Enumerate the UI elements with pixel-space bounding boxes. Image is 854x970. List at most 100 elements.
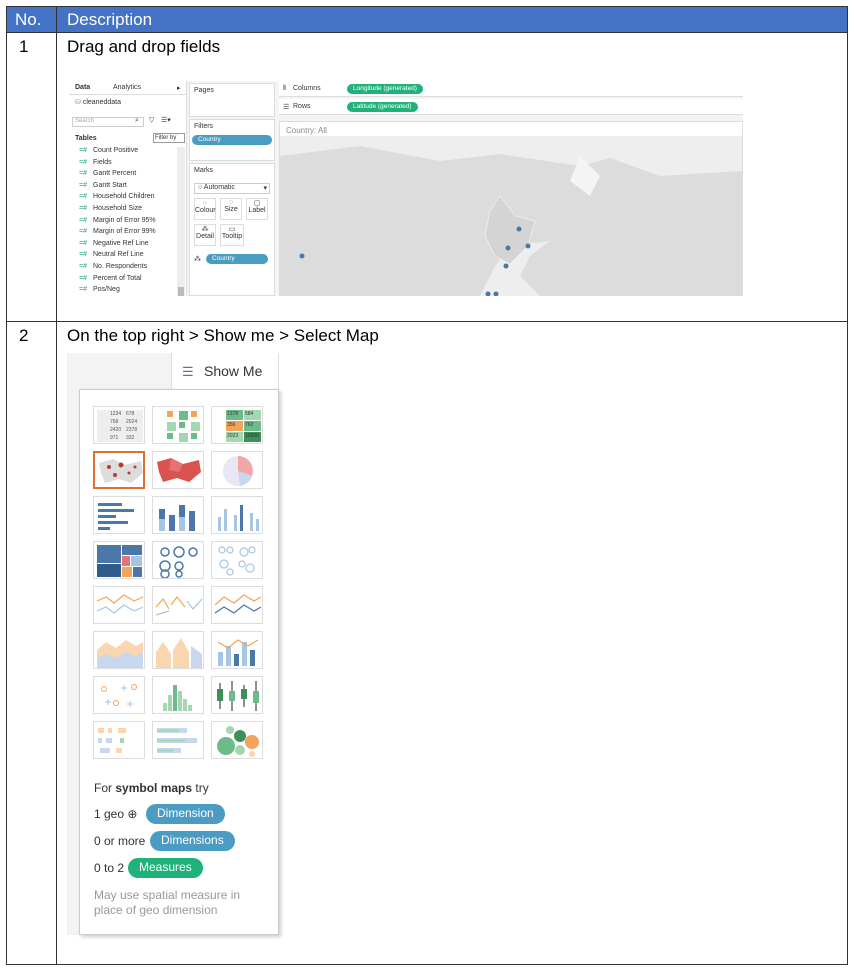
field-item[interactable]: =# Fields xyxy=(79,159,112,166)
filters-label: Filters xyxy=(194,123,214,130)
map-point[interactable] xyxy=(299,253,305,259)
measure-icon: =# xyxy=(79,205,87,212)
continuous-lines-thumb[interactable] xyxy=(93,586,145,624)
columns-pill[interactable]: Longitude (generated) xyxy=(347,84,423,94)
marks-country-pill[interactable]: Country xyxy=(206,254,268,264)
measure-icon: =# xyxy=(79,286,87,294)
search-input[interactable]: Search xyxy=(72,117,144,127)
pages-card[interactable]: Pages xyxy=(189,83,275,117)
requirement-dimensions: 0 or more xyxy=(94,834,146,848)
text-table-thumb[interactable]: 1234 678 768 2024 2420 2378 971 332 xyxy=(93,406,145,444)
stacked-bars-thumb[interactable] xyxy=(152,496,204,534)
rows-shelf[interactable]: ☰ Rows Latitude (generated) xyxy=(279,99,743,115)
tooltip-button[interactable]: ▭ Tooltip xyxy=(220,224,244,246)
label-button[interactable]: ▢ Label xyxy=(246,198,268,220)
row-description: Drag and drop fields xyxy=(67,37,221,56)
colour-label: Colour xyxy=(195,207,216,214)
dual-combination-thumb[interactable] xyxy=(211,631,263,669)
filled-map-thumb[interactable] xyxy=(152,451,204,489)
area-continuous-thumb[interactable] xyxy=(93,631,145,669)
field-item[interactable]: =# Margin of Error 95% xyxy=(79,217,156,224)
chevron-icon[interactable]: ▸ xyxy=(177,84,181,92)
cell-value: 10000 xyxy=(244,432,261,442)
field-item[interactable]: =# No. Respondents xyxy=(79,263,147,270)
tooltip-icon: ▭ xyxy=(228,226,236,233)
symbol-map-thumb[interactable] xyxy=(93,451,145,489)
map-canvas[interactable] xyxy=(280,136,742,296)
header-no: No. xyxy=(7,7,57,32)
view-pane: ⦀ Columns Longitude (generated) ☰ Rows L… xyxy=(279,81,743,296)
requirement-geo: 1 geo ⊕ xyxy=(94,807,137,821)
field-item[interactable]: =# Pos/Neg xyxy=(79,286,120,293)
histogram-thumb[interactable] xyxy=(152,676,204,714)
rows-pill[interactable]: Latitude (generated) xyxy=(347,102,418,112)
discrete-lines-thumb[interactable] xyxy=(152,586,204,624)
highlight-table-thumb[interactable]: 1378 584 356 762 2023 10000 xyxy=(211,406,263,444)
hint-text: For symbol maps try xyxy=(94,781,209,795)
circle-views-thumb[interactable] xyxy=(152,541,204,579)
scatter-plot-thumb[interactable] xyxy=(93,676,145,714)
tab-data[interactable]: Data xyxy=(75,84,90,91)
field-label: Gantt Start xyxy=(93,181,127,189)
field-item[interactable]: =# Household Size xyxy=(79,205,142,212)
pages-label: Pages xyxy=(194,87,214,94)
scrollbar[interactable] xyxy=(177,147,185,296)
cell-value: 2024 xyxy=(126,419,138,425)
side-by-side-circles-thumb[interactable] xyxy=(211,541,263,579)
bullet-graph-thumb[interactable] xyxy=(152,721,204,759)
search-icon[interactable]: ⌕ xyxy=(135,117,139,125)
map-point[interactable] xyxy=(505,245,511,251)
horizontal-bars-thumb[interactable] xyxy=(93,496,145,534)
treemap-thumb[interactable] xyxy=(93,541,145,579)
field-item[interactable]: =# Neutral Ref Line xyxy=(79,251,144,258)
row-description: On the top right > Show me > Select Map xyxy=(67,326,379,345)
colour-button[interactable]: ⁘ Colour xyxy=(194,198,216,220)
rows-icon: ☰ xyxy=(283,104,290,111)
field-item[interactable]: =# Percent of Total xyxy=(79,275,142,282)
measure-icon: =# xyxy=(79,158,87,166)
tab-analytics[interactable]: Analytics xyxy=(113,84,141,91)
field-item[interactable]: =# Negative Ref Line xyxy=(79,240,149,247)
field-label: Margin of Error 95% xyxy=(93,216,156,224)
heat-map-thumb[interactable] xyxy=(152,406,204,444)
field-item[interactable]: =# Household Children xyxy=(79,193,154,200)
size-button[interactable]: ◌ Size xyxy=(220,198,242,220)
map-point[interactable] xyxy=(516,226,522,232)
show-me-tab[interactable]: ☰ Show Me xyxy=(171,353,279,389)
map-view[interactable]: Country: All xyxy=(279,121,743,296)
box-whisker-thumb[interactable] xyxy=(211,676,263,714)
show-me-panel: 1234 678 768 2024 2420 2378 971 332 1378 584 356 76… xyxy=(79,389,279,935)
map-point[interactable] xyxy=(503,263,509,269)
mark-type-dropdown[interactable]: ○ Automatic ▾ xyxy=(194,183,270,194)
map-point[interactable] xyxy=(525,243,531,249)
field-label: No. Respondents xyxy=(93,263,148,270)
dimensions-pill: Dimensions xyxy=(150,831,235,851)
dual-lines-thumb[interactable] xyxy=(211,586,263,624)
label-icon: ▢ xyxy=(253,200,261,207)
filters-card[interactable]: Filters Country xyxy=(189,119,275,161)
datasource[interactable]: ⛁ cleaneddata xyxy=(75,98,121,106)
shelves-pane: Pages Filters Country Marks ○ Automatic ▾… xyxy=(189,81,277,296)
tableau-screenshot: Data Analytics ▸ ⛁ cleaneddata Search ⌕ … xyxy=(69,81,743,296)
view-options-icon[interactable]: ☰▾ xyxy=(161,116,171,124)
columns-shelf[interactable]: ⦀ Columns Longitude (generated) xyxy=(279,81,743,97)
pie-chart-thumb[interactable] xyxy=(211,451,263,489)
row-number: 1 xyxy=(7,33,57,321)
rows-label: Rows xyxy=(293,103,311,110)
field-item[interactable]: =# Count Positive xyxy=(79,147,138,154)
packed-bubbles-thumb[interactable] xyxy=(211,721,263,759)
field-item[interactable]: =# Gantt Start xyxy=(79,182,127,189)
side-by-side-bars-thumb[interactable] xyxy=(211,496,263,534)
filter-icon[interactable]: ▽ xyxy=(149,116,154,124)
cell-value: 1234 xyxy=(110,411,122,417)
detail-button[interactable]: ⁂ Detail xyxy=(194,224,216,246)
map-title: Country: All xyxy=(286,126,327,135)
field-item[interactable]: =# Margin of Error 99% xyxy=(79,228,156,235)
gantt-chart-thumb[interactable] xyxy=(93,721,145,759)
table-header: No. Description xyxy=(7,7,847,33)
field-label: Gantt Percent xyxy=(93,170,137,178)
filter-country-pill[interactable]: Country xyxy=(192,135,272,145)
cell-value: 762 xyxy=(244,421,261,431)
area-discrete-thumb[interactable] xyxy=(152,631,204,669)
field-item[interactable]: =# Gantt Percent xyxy=(79,170,136,177)
